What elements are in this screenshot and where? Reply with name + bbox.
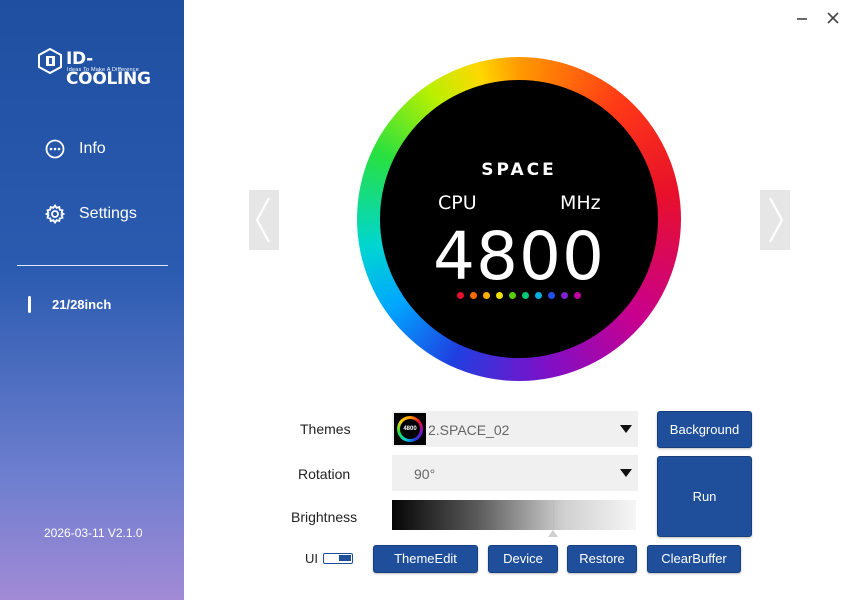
- close-icon: [827, 12, 839, 24]
- prev-theme-button[interactable]: [249, 190, 279, 250]
- dots-circle-icon: [45, 139, 65, 159]
- rotation-label: Rotation: [298, 466, 351, 482]
- brightness-slider-thumb[interactable]: [548, 530, 558, 537]
- color-dot: [509, 292, 516, 299]
- clear-buffer-button[interactable]: ClearBuffer: [647, 545, 741, 573]
- preview-theme-name: SPACE: [481, 160, 557, 180]
- minimize-icon: [797, 18, 807, 20]
- ui-toggle-knob: [339, 555, 351, 561]
- sidebar-item-info[interactable]: Info: [45, 139, 106, 159]
- dropdown-arrow-icon: [620, 469, 632, 477]
- rotation-select-value: 90°: [414, 466, 436, 482]
- ui-label: UI: [305, 551, 318, 566]
- device-button[interactable]: Device: [488, 545, 558, 573]
- active-indicator: [28, 296, 31, 313]
- preview-value: 4800: [433, 218, 605, 295]
- background-button[interactable]: Background: [657, 411, 752, 448]
- themes-label: Themes: [300, 421, 351, 437]
- color-dot: [574, 292, 581, 299]
- next-theme-button[interactable]: [760, 190, 790, 250]
- color-dot: [457, 292, 464, 299]
- gear-icon: [45, 204, 65, 224]
- rotation-select[interactable]: 90°: [392, 455, 638, 491]
- brightness-slider-line: [553, 500, 554, 530]
- sidebar: ID-COOLING Ideas To Make A Difference In…: [0, 0, 184, 600]
- brightness-slider[interactable]: [392, 500, 636, 537]
- minimize-button[interactable]: [792, 8, 812, 28]
- restore-button[interactable]: Restore: [567, 545, 637, 573]
- preview-metric-label: CPU: [438, 192, 477, 214]
- sidebar-item-label: Settings: [79, 205, 137, 222]
- brand-tagline: Ideas To Make A Difference: [67, 67, 139, 73]
- sidebar-item-label: Info: [79, 140, 106, 157]
- sidebar-item-device[interactable]: 21/28inch: [28, 296, 111, 313]
- color-dot: [535, 292, 542, 299]
- version-text: 2026-03-11 V2.1.0: [44, 526, 143, 540]
- brightness-label: Brightness: [291, 509, 358, 525]
- lcd-preview-ring: SPACE CPU MHz 4800: [357, 57, 681, 381]
- chevron-right-icon: [769, 197, 784, 243]
- theme-edit-button[interactable]: ThemeEdit: [373, 545, 478, 573]
- themes-select-value: 2.SPACE_02: [428, 422, 510, 438]
- preview-unit-label: MHz: [560, 192, 601, 214]
- ui-toggle[interactable]: [323, 553, 353, 564]
- logo-mark-icon: [38, 48, 62, 74]
- chevron-left-icon: [255, 197, 270, 243]
- sidebar-divider: [17, 265, 168, 266]
- dropdown-arrow-icon: [620, 425, 632, 433]
- run-button[interactable]: Run: [657, 456, 752, 537]
- color-dot: [496, 292, 503, 299]
- lcd-preview-screen: SPACE CPU MHz 4800: [380, 80, 658, 358]
- brand-logo: ID-COOLING Ideas To Make A Difference: [38, 46, 151, 89]
- device-label: 21/28inch: [52, 297, 112, 312]
- themes-select[interactable]: 4800 2.SPACE_02: [392, 411, 638, 447]
- theme-thumbnail: 4800: [394, 413, 426, 445]
- color-dot: [470, 292, 477, 299]
- preview-color-dots: [380, 292, 658, 299]
- theme-thumbnail-value: 4800: [400, 419, 420, 439]
- color-dot: [522, 292, 529, 299]
- sidebar-item-settings[interactable]: Settings: [45, 204, 137, 224]
- close-button[interactable]: [823, 8, 843, 28]
- color-dot: [483, 292, 490, 299]
- color-dot: [561, 292, 568, 299]
- color-dot: [548, 292, 555, 299]
- app-window: ID-COOLING Ideas To Make A Difference In…: [0, 0, 855, 600]
- theme-thumbnail-ring: 4800: [397, 416, 423, 442]
